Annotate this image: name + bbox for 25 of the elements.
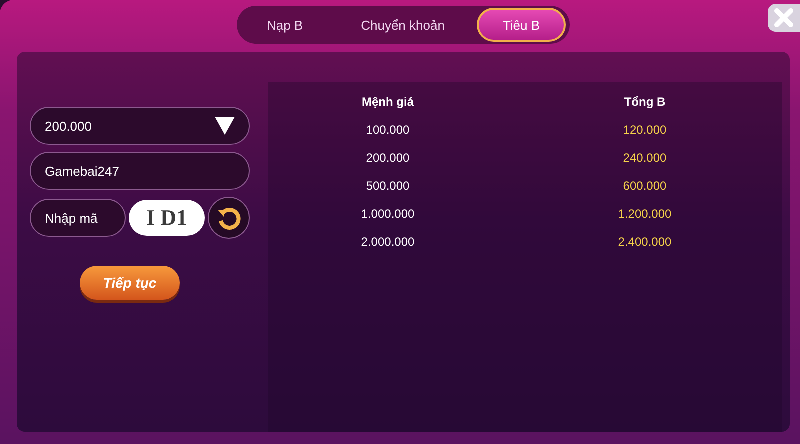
- captcha-image: I D1: [129, 200, 205, 236]
- tab[interactable]: Nạp B: [240, 8, 330, 42]
- column-header: Tổng B: [623, 95, 667, 109]
- close-button[interactable]: [768, 4, 800, 32]
- captcha-input-field[interactable]: Nhập mã: [30, 199, 126, 237]
- close-icon: [773, 7, 795, 29]
- dropdown-triangle-icon: [215, 117, 235, 135]
- table-cell-text: 1.000.000: [360, 207, 416, 221]
- refresh-icon: [216, 205, 242, 231]
- amount-dropdown[interactable]: 200.000: [30, 107, 250, 145]
- table-cell-text: 100.000: [365, 123, 411, 137]
- tab[interactable]: Tiêu B: [476, 8, 566, 42]
- table-cell-text: 2.000.000: [360, 235, 416, 249]
- account-input-field[interactable]: Gamebai247: [30, 152, 250, 190]
- table-cell-text: 200.000: [365, 151, 411, 165]
- table-cell-text: 600.000: [622, 179, 668, 193]
- column-header: Mệnh giá: [360, 95, 415, 109]
- table-cell-text: 500.000: [365, 179, 411, 193]
- table-cell-text: 1.200.000: [617, 207, 673, 221]
- table-cell-text: 240.000: [622, 151, 668, 165]
- table-cell-text: 2.400.000: [617, 235, 673, 249]
- refresh-button[interactable]: [208, 197, 250, 239]
- table-cell-text: 120.000: [622, 123, 668, 137]
- amount-value: 200.000: [45, 118, 92, 134]
- tab[interactable]: Chuyển khoản: [335, 8, 471, 42]
